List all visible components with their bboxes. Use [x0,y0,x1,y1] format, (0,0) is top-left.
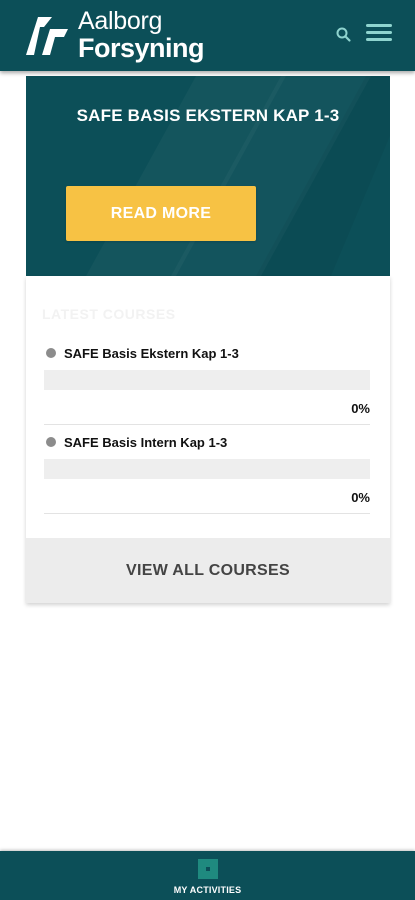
featured-course-card: SAFE BASIS EKSTERN KAP 1-3 READ MORE [26,76,390,276]
course-progress-bar [44,459,370,479]
menu-bar [366,31,392,34]
course-title[interactable]: SAFE Basis Intern Kap 1-3 [64,435,227,450]
read-more-button[interactable]: READ MORE [66,186,256,241]
view-all-courses-button[interactable]: VIEW ALL COURSES [26,538,390,603]
my-activities-label: MY ACTIVITIES [173,885,242,895]
logo-line-1: Aalborg [78,6,163,35]
latest-courses-panel: LATEST COURSES SAFE Basis Ekstern Kap 1-… [26,276,390,603]
logo-mark-icon [26,17,68,55]
divider [44,424,370,425]
course-item[interactable]: SAFE Basis Intern Kap 1-3 0% [44,432,371,514]
activities-icon [197,859,218,879]
bullet-icon [46,437,56,447]
course-progress-percent: 0% [351,401,370,416]
course-title[interactable]: SAFE Basis Ekstern Kap 1-3 [64,346,239,361]
my-activities-tab[interactable]: MY ACTIVITIES [160,859,255,899]
top-header: Aalborg Forsyning [0,0,415,71]
bottom-nav-bar: MY ACTIVITIES [0,851,415,900]
logo-text: Aalborg Forsyning [78,6,205,63]
hamburger-menu-icon[interactable] [366,24,392,46]
course-item[interactable]: SAFE Basis Ekstern Kap 1-3 0% [44,343,371,425]
search-icon[interactable] [335,26,353,44]
featured-course-title: SAFE BASIS EKSTERN KAP 1-3 [76,106,340,125]
bullet-icon [46,348,56,358]
latest-courses-heading: LATEST COURSES [42,306,176,322]
app-screen: Aalborg Forsyning SAFE BASIS EKSTERN KAP… [0,0,415,900]
brand-logo[interactable]: Aalborg Forsyning [22,6,205,63]
course-progress-percent: 0% [351,490,370,505]
menu-bar [366,24,392,27]
course-progress-bar [44,370,370,390]
course-title-row: SAFE Basis Ekstern Kap 1-3 [44,343,371,363]
menu-bar [366,38,392,41]
course-title-row: SAFE Basis Intern Kap 1-3 [44,432,371,452]
divider [44,513,370,514]
logo-line-2: Forsyning [78,32,205,63]
